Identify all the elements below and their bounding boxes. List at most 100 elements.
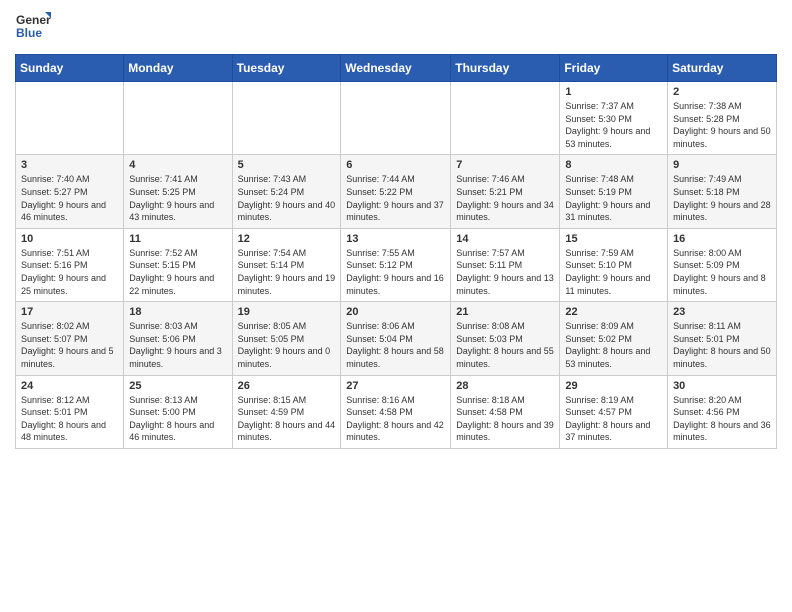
calendar-cell: 13 Sunrise: 7:55 AM Sunset: 5:12 PM Dayli…: [341, 228, 451, 301]
calendar-cell: 6 Sunrise: 7:44 AM Sunset: 5:22 PM Daylig…: [341, 155, 451, 228]
calendar-cell: 9 Sunrise: 7:49 AM Sunset: 5:18 PM Daylig…: [668, 155, 777, 228]
day-number: 24: [21, 380, 118, 392]
calendar-table: SundayMondayTuesdayWednesdayThursdayFrid…: [15, 54, 777, 449]
calendar-cell: 8 Sunrise: 7:48 AM Sunset: 5:19 PM Daylig…: [560, 155, 668, 228]
day-number: 10: [21, 233, 118, 245]
calendar-cell: [232, 82, 341, 155]
day-info: Sunrise: 8:20 AM Sunset: 4:56 PM Dayligh…: [673, 394, 771, 444]
day-info: Sunrise: 8:11 AM Sunset: 5:01 PM Dayligh…: [673, 320, 771, 370]
calendar-header-wednesday: Wednesday: [341, 55, 451, 82]
calendar-week-row: 1Sunrise: 7:37 AM Sunset: 5:30 PM Daylig…: [16, 82, 777, 155]
calendar-cell: 3 Sunrise: 7:40 AM Sunset: 5:27 PM Daylig…: [16, 155, 124, 228]
calendar-cell: 22 Sunrise: 8:09 AM Sunset: 5:02 PM Dayli…: [560, 302, 668, 375]
day-number: 25: [129, 380, 226, 392]
day-info: Sunrise: 7:49 AM Sunset: 5:18 PM Dayligh…: [673, 173, 771, 223]
calendar-cell: 25 Sunrise: 8:13 AM Sunset: 5:00 PM Dayli…: [124, 375, 232, 448]
day-info: Sunrise: 7:57 AM Sunset: 5:11 PM Dayligh…: [456, 247, 554, 297]
day-info: Sunrise: 7:48 AM Sunset: 5:19 PM Dayligh…: [565, 173, 662, 223]
svg-text:Blue: Blue: [16, 26, 42, 40]
day-number: 17: [21, 306, 118, 318]
logo-svg: General Blue: [15, 10, 51, 46]
day-info: Sunrise: 7:51 AM Sunset: 5:16 PM Dayligh…: [21, 247, 118, 297]
day-info: Sunrise: 8:03 AM Sunset: 5:06 PM Dayligh…: [129, 320, 226, 370]
day-info: Sunrise: 7:59 AM Sunset: 5:10 PM Dayligh…: [565, 247, 662, 297]
day-number: 16: [673, 233, 771, 245]
calendar-cell: 4 Sunrise: 7:41 AM Sunset: 5:25 PM Daylig…: [124, 155, 232, 228]
calendar-cell: 21 Sunrise: 8:08 AM Sunset: 5:03 PM Dayli…: [451, 302, 560, 375]
day-info: Sunrise: 7:44 AM Sunset: 5:22 PM Dayligh…: [346, 173, 445, 223]
calendar-cell: 15 Sunrise: 7:59 AM Sunset: 5:10 PM Dayli…: [560, 228, 668, 301]
day-info: Sunrise: 7:46 AM Sunset: 5:21 PM Dayligh…: [456, 173, 554, 223]
day-number: 21: [456, 306, 554, 318]
day-info: Sunrise: 7:52 AM Sunset: 5:15 PM Dayligh…: [129, 247, 226, 297]
calendar-cell: 7 Sunrise: 7:46 AM Sunset: 5:21 PM Daylig…: [451, 155, 560, 228]
day-number: 28: [456, 380, 554, 392]
day-info: Sunrise: 8:13 AM Sunset: 5:00 PM Dayligh…: [129, 394, 226, 444]
day-number: 11: [129, 233, 226, 245]
calendar-cell: 17Sunrise: 8:02 AM Sunset: 5:07 PM Dayli…: [16, 302, 124, 375]
calendar-cell: 29 Sunrise: 8:19 AM Sunset: 4:57 PM Dayli…: [560, 375, 668, 448]
day-info: Sunrise: 7:41 AM Sunset: 5:25 PM Dayligh…: [129, 173, 226, 223]
calendar-cell: 28Sunrise: 8:18 AM Sunset: 4:58 PM Dayli…: [451, 375, 560, 448]
day-info: Sunrise: 8:09 AM Sunset: 5:02 PM Dayligh…: [565, 320, 662, 370]
calendar-cell: 16 Sunrise: 8:00 AM Sunset: 5:09 PM Dayli…: [668, 228, 777, 301]
calendar-cell: 2Sunrise: 7:38 AM Sunset: 5:28 PM Daylig…: [668, 82, 777, 155]
calendar-week-row: 17Sunrise: 8:02 AM Sunset: 5:07 PM Dayli…: [16, 302, 777, 375]
calendar-cell: 20 Sunrise: 8:06 AM Sunset: 5:04 PM Dayli…: [341, 302, 451, 375]
day-number: 2: [673, 86, 771, 98]
day-number: 3: [21, 159, 118, 171]
day-info: Sunrise: 7:55 AM Sunset: 5:12 PM Dayligh…: [346, 247, 445, 297]
calendar-cell: 14 Sunrise: 7:57 AM Sunset: 5:11 PM Dayli…: [451, 228, 560, 301]
day-number: 8: [565, 159, 662, 171]
calendar-cell: 12 Sunrise: 7:54 AM Sunset: 5:14 PM Dayli…: [232, 228, 341, 301]
day-info: Sunrise: 8:19 AM Sunset: 4:57 PM Dayligh…: [565, 394, 662, 444]
calendar-cell: 5Sunrise: 7:43 AM Sunset: 5:24 PM Daylig…: [232, 155, 341, 228]
calendar-cell: [451, 82, 560, 155]
calendar-cell: 26Sunrise: 8:15 AM Sunset: 4:59 PM Dayli…: [232, 375, 341, 448]
logo: General Blue: [15, 10, 51, 46]
day-info: Sunrise: 7:54 AM Sunset: 5:14 PM Dayligh…: [238, 247, 336, 297]
calendar-cell: [124, 82, 232, 155]
day-number: 12: [238, 233, 336, 245]
day-number: 30: [673, 380, 771, 392]
calendar-cell: 18Sunrise: 8:03 AM Sunset: 5:06 PM Dayli…: [124, 302, 232, 375]
calendar-week-row: 10 Sunrise: 7:51 AM Sunset: 5:16 PM Dayli…: [16, 228, 777, 301]
day-info: Sunrise: 8:06 AM Sunset: 5:04 PM Dayligh…: [346, 320, 445, 370]
day-number: 15: [565, 233, 662, 245]
day-number: 29: [565, 380, 662, 392]
page-header: General Blue: [15, 10, 777, 46]
day-info: Sunrise: 8:08 AM Sunset: 5:03 PM Dayligh…: [456, 320, 554, 370]
day-info: Sunrise: 8:12 AM Sunset: 5:01 PM Dayligh…: [21, 394, 118, 444]
day-info: Sunrise: 7:40 AM Sunset: 5:27 PM Dayligh…: [21, 173, 118, 223]
day-number: 4: [129, 159, 226, 171]
calendar-cell: 1Sunrise: 7:37 AM Sunset: 5:30 PM Daylig…: [560, 82, 668, 155]
svg-text:General: General: [16, 13, 51, 27]
calendar-cell: 23 Sunrise: 8:11 AM Sunset: 5:01 PM Dayli…: [668, 302, 777, 375]
day-number: 14: [456, 233, 554, 245]
calendar-header-row: SundayMondayTuesdayWednesdayThursdayFrid…: [16, 55, 777, 82]
calendar-cell: 24 Sunrise: 8:12 AM Sunset: 5:01 PM Dayli…: [16, 375, 124, 448]
day-info: Sunrise: 8:00 AM Sunset: 5:09 PM Dayligh…: [673, 247, 771, 297]
day-number: 20: [346, 306, 445, 318]
day-info: Sunrise: 7:43 AM Sunset: 5:24 PM Dayligh…: [238, 173, 336, 223]
calendar-cell: [341, 82, 451, 155]
calendar-cell: 10 Sunrise: 7:51 AM Sunset: 5:16 PM Dayli…: [16, 228, 124, 301]
day-info: Sunrise: 8:05 AM Sunset: 5:05 PM Dayligh…: [238, 320, 336, 370]
calendar-cell: 27Sunrise: 8:16 AM Sunset: 4:58 PM Dayli…: [341, 375, 451, 448]
day-info: Sunrise: 8:15 AM Sunset: 4:59 PM Dayligh…: [238, 394, 336, 444]
day-number: 6: [346, 159, 445, 171]
day-number: 22: [565, 306, 662, 318]
day-number: 7: [456, 159, 554, 171]
day-number: 9: [673, 159, 771, 171]
day-number: 19: [238, 306, 336, 318]
day-number: 23: [673, 306, 771, 318]
day-number: 27: [346, 380, 445, 392]
day-number: 13: [346, 233, 445, 245]
calendar-header-monday: Monday: [124, 55, 232, 82]
calendar-cell: 19 Sunrise: 8:05 AM Sunset: 5:05 PM Dayli…: [232, 302, 341, 375]
calendar-header-thursday: Thursday: [451, 55, 560, 82]
calendar-cell: [16, 82, 124, 155]
calendar-week-row: 24 Sunrise: 8:12 AM Sunset: 5:01 PM Dayli…: [16, 375, 777, 448]
calendar-week-row: 3 Sunrise: 7:40 AM Sunset: 5:27 PM Daylig…: [16, 155, 777, 228]
calendar-header-tuesday: Tuesday: [232, 55, 341, 82]
